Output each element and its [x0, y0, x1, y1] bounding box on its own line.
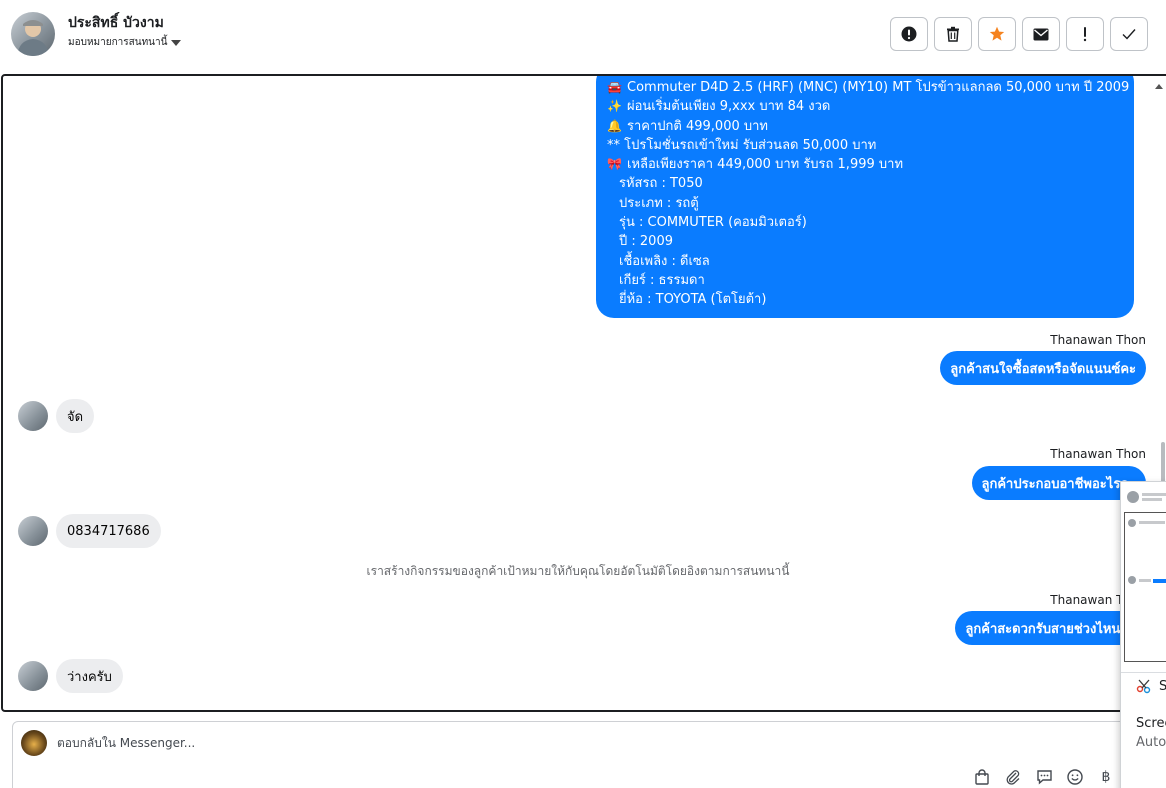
scroll-up-arrow-icon[interactable] [1155, 84, 1163, 89]
popup-title: Scree [1136, 716, 1166, 731]
payment-button[interactable]: ฿ [1095, 766, 1117, 788]
reply-input[interactable] [57, 736, 657, 750]
paperclip-icon [1006, 770, 1020, 785]
emoji-icon [1067, 769, 1083, 785]
car-icon: 🚘 [607, 80, 622, 94]
assign-conversation-dropdown[interactable]: มอบหมายการสนทนานี้ [68, 35, 182, 50]
mini-text-line [1142, 498, 1162, 501]
mini-avatar [1128, 519, 1136, 527]
listing-line-text: ** โปรโมชั่นรถเข้าใหม่ รับส่วนลด 50,000 … [607, 137, 877, 153]
bell-icon: 🔔 [607, 118, 622, 133]
saved-reply-button[interactable] [1033, 766, 1055, 788]
incoming-message: ว่างครับ [56, 659, 123, 693]
mini-avatar [1128, 576, 1136, 584]
star-icon [989, 26, 1005, 41]
shopping-bag-button[interactable] [971, 766, 993, 788]
header-action-bar [890, 17, 1148, 51]
caret-down-icon [171, 39, 182, 46]
incoming-message-row: 0834717686 [18, 514, 161, 548]
listing-line: 🎀 เหลือเพียงราคา 449,000 บาท รับรถ 1,999 … [607, 155, 1122, 174]
listing-line: รุ่น : COMMUTER (คอมมิวเตอร์) [619, 215, 807, 231]
popup-subtitle: Auto [1136, 735, 1166, 750]
assign-label: มอบหมายการสนทนานี้ [68, 37, 168, 48]
delete-button[interactable] [934, 17, 972, 51]
listing-line: ** โปรโมชั่นรถเข้าใหม่ รับส่วนลด 50,000 … [607, 136, 1122, 155]
listing-line-text: Commuter D4D 2.5 (HRF) (MNC) (MY10) MT โ… [627, 80, 1130, 95]
messenger-inbox-view: ประสิทธิ์ บัวงาม มอบหมายการสนทนานี้ 🚘 Co… [0, 0, 1166, 788]
sender-name: Thanawan Thon [1050, 447, 1146, 461]
attach-button[interactable] [1002, 766, 1024, 788]
baht-icon: ฿ [1101, 769, 1111, 785]
check-icon [1122, 29, 1136, 40]
system-activity-note: เราสร้างกิจกรรมของลูกค้าเป้าหมายให้กับคุ… [366, 564, 790, 578]
listing-line: ยี่ห้อ : TOYOTA (โตโยต้า) [619, 292, 767, 308]
message-thread[interactable]: 🚘 Commuter D4D 2.5 (HRF) (MNC) (MY10) MT … [1, 74, 1166, 712]
shopping-bag-icon [975, 769, 989, 785]
outgoing-listing-message: 🚘 Commuter D4D 2.5 (HRF) (MNC) (MY10) MT … [596, 76, 1134, 318]
snipping-tool-icon [1136, 679, 1151, 694]
divider [1121, 672, 1166, 673]
incoming-message: จัด [56, 399, 95, 433]
person-photo-icon [17, 20, 49, 56]
incoming-message-row: ว่างครับ [18, 659, 123, 693]
listing-line: รหัสรถ : T050 [619, 176, 703, 192]
screenshot-thumbnail [1124, 512, 1166, 662]
contact-name[interactable]: ประสิทธิ์ บัวงาม [68, 12, 164, 34]
mark-unread-button[interactable] [1022, 17, 1060, 51]
composer-toolbar: ฿ [971, 766, 1117, 788]
saved-reply-icon [1036, 770, 1052, 785]
exclamation-icon [1083, 27, 1087, 42]
star-button[interactable] [978, 17, 1016, 51]
alert-circle-icon [901, 26, 917, 42]
contact-avatar-small[interactable] [18, 516, 48, 546]
incoming-message: 0834717686 [56, 514, 161, 548]
listing-line-text: เหลือเพียงราคา 449,000 บาท รับรถ 1,999 บ… [627, 157, 904, 173]
contact-avatar[interactable] [11, 12, 55, 56]
screenshot-preview-popup[interactable]: S Scree Auto [1120, 481, 1166, 788]
scrollbar-thumb[interactable] [1161, 442, 1165, 486]
popup-app-initial: S [1159, 679, 1166, 694]
mini-avatar [1127, 491, 1139, 503]
listing-line: ปี : 2009 [619, 234, 673, 250]
mark-spam-button[interactable] [890, 17, 928, 51]
listing-line: ✨ ผ่อนเริ่มต้นเพียง 9,xxx บาท 84 งวด [607, 97, 1122, 116]
listing-line-text: ผ่อนเริ่มต้นเพียง 9,xxx บาท 84 งวด [627, 99, 831, 115]
listing-line-text: ราคาปกติ 499,000 บาท [627, 118, 768, 134]
listing-line: ประเภท : รถตู้ [619, 195, 699, 211]
listing-line: 🔔 ราคาปกติ 499,000 บาท [607, 117, 1122, 136]
reply-composer: ฿ [12, 721, 1166, 788]
ribbon-icon: 🎀 [607, 157, 622, 172]
follow-up-button[interactable] [1066, 17, 1104, 51]
contact-avatar-small[interactable] [18, 661, 48, 691]
contact-avatar-small[interactable] [18, 401, 48, 431]
mark-done-button[interactable] [1110, 17, 1148, 51]
outgoing-message: ลูกค้าสนใจซื้อสดหรือจัดแนนซ์คะ [940, 351, 1146, 385]
sender-name: Thanawan Thon [1050, 333, 1146, 347]
outgoing-message: ลูกค้าสะดวกรับสายช่วงไหนคะ [955, 611, 1146, 645]
mini-text-line [1139, 521, 1165, 524]
trash-icon [947, 26, 959, 42]
envelope-icon [1033, 28, 1049, 40]
listing-line: 🚘 Commuter D4D 2.5 (HRF) (MNC) (MY10) MT … [607, 78, 1129, 97]
page-avatar [21, 730, 47, 756]
mini-text-line [1142, 493, 1166, 496]
incoming-message-row: จัด [18, 399, 95, 433]
listing-line: เชื้อเพลิง : ดีเซล [619, 253, 710, 269]
emoji-button[interactable] [1064, 766, 1086, 788]
listing-line: เกียร์ : ธรรมดา [619, 272, 705, 288]
mini-blue-bubble [1153, 579, 1166, 583]
conversation-header: ประสิทธิ์ บัวงาม มอบหมายการสนทนานี้ [0, 0, 1166, 70]
mini-text-line [1139, 579, 1151, 582]
sparkles-icon: ✨ [607, 99, 622, 114]
